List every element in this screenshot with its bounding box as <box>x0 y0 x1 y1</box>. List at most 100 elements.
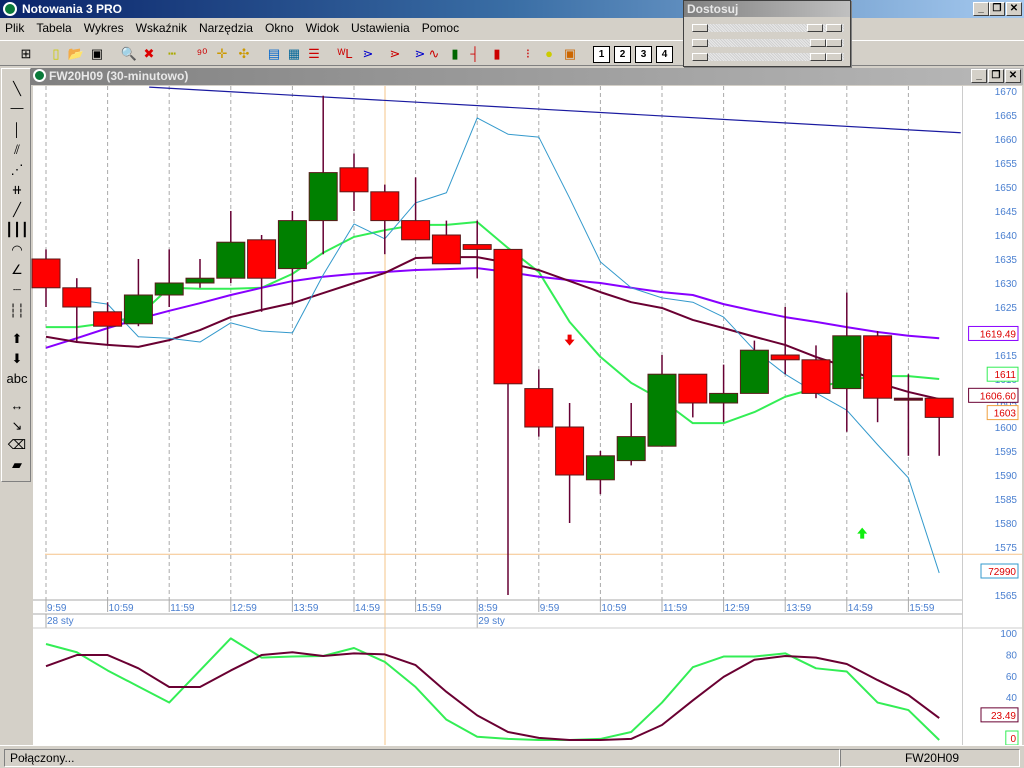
candle <box>93 302 123 346</box>
value-label: 72990 <box>988 567 1016 578</box>
candle-body <box>709 392 739 404</box>
candle <box>832 292 862 432</box>
price-tick-label: 1625 <box>995 303 1018 314</box>
time-label: 12:59 <box>725 603 750 614</box>
candle <box>123 259 153 327</box>
candle-body <box>308 172 338 222</box>
time-label: 12:59 <box>232 603 257 614</box>
time-label: 11:59 <box>170 603 195 614</box>
candle-body <box>462 244 492 250</box>
connection-status: Połączony... <box>4 749 840 767</box>
candle-body <box>739 349 769 394</box>
candle-body <box>247 239 277 279</box>
candle-body <box>893 397 923 401</box>
candle-body <box>863 335 893 399</box>
candle-body <box>555 426 585 476</box>
candle <box>647 355 677 447</box>
time-label: 14:59 <box>848 603 873 614</box>
price-tick-label: 1580 <box>995 519 1018 530</box>
time-label: 10:59 <box>601 603 626 614</box>
date-label: 29 sty <box>478 616 505 627</box>
price-tick-label: 1635 <box>995 255 1018 266</box>
candle <box>924 397 954 456</box>
value-label: 1603 <box>994 409 1017 420</box>
buy-signal-arrow-icon <box>857 527 868 539</box>
price-tick-label: 1665 <box>995 111 1018 122</box>
price-tick-label: 1565 <box>995 591 1018 602</box>
candle-body <box>431 234 461 265</box>
candle-body <box>770 354 800 361</box>
candle-body <box>924 397 954 418</box>
price-tick-label: 1650 <box>995 183 1018 194</box>
time-label: 8:59 <box>478 603 498 614</box>
trend-line <box>149 86 961 134</box>
price-tick-label: 1595 <box>995 447 1018 458</box>
value-label: 0 <box>1010 734 1016 745</box>
price-tick-label: 1615 <box>995 351 1018 362</box>
price-tick-label: 1600 <box>995 423 1018 434</box>
candle-body <box>339 167 369 193</box>
value-label: 1619.49 <box>980 329 1017 340</box>
time-label: 9:59 <box>47 603 67 614</box>
stochastic-tick-label: 40 <box>1006 693 1018 704</box>
candle <box>770 307 800 375</box>
price-tick-label: 1655 <box>995 159 1018 170</box>
candle-body <box>62 287 92 308</box>
candle <box>308 95 338 255</box>
candle <box>893 374 923 456</box>
candle <box>863 331 893 423</box>
candle <box>277 211 307 305</box>
candle-body <box>616 436 646 462</box>
candle <box>585 451 615 495</box>
candle-body <box>216 241 246 279</box>
value-label: 1611 <box>994 370 1016 381</box>
sell-signal-arrow-icon <box>564 334 575 346</box>
stochastic-tick-label: 80 <box>1006 650 1018 661</box>
candle-body <box>370 191 400 222</box>
time-label: 10:59 <box>109 603 134 614</box>
value-label: 23.49 <box>991 711 1016 722</box>
stochastic-tick-label: 60 <box>1006 672 1018 683</box>
time-label: 13:59 <box>293 603 318 614</box>
price-tick-label: 1575 <box>995 543 1018 554</box>
candle-body <box>678 373 708 404</box>
candle-body <box>493 248 523 385</box>
candle-body <box>123 294 153 325</box>
time-label: 9:59 <box>540 603 560 614</box>
time-label: 14:59 <box>355 603 380 614</box>
candle-body <box>801 359 831 394</box>
candle <box>739 340 769 394</box>
time-label: 15:59 <box>417 603 442 614</box>
status-symbol: FW20H09 <box>840 749 1020 767</box>
stochastic-tick-label: 100 <box>1000 629 1017 640</box>
price-tick-label: 1590 <box>995 471 1018 482</box>
candle <box>431 220 461 265</box>
price-chart: 9:59 10:59 11:59 12:59 13:59 14:59 15:59 8:59 9:… <box>31 86 1022 746</box>
price-tick-label: 1630 <box>995 279 1018 290</box>
candle <box>185 259 215 288</box>
stochastic-D-line <box>45 651 940 741</box>
candle <box>216 211 246 283</box>
candle <box>616 403 646 466</box>
time-label: 11:59 <box>663 603 688 614</box>
value-label: 1606.60 <box>980 391 1017 402</box>
time-label: 15:59 <box>909 603 934 614</box>
candle-body <box>524 388 554 428</box>
time-label: 13:59 <box>786 603 811 614</box>
candle-body <box>832 335 862 390</box>
candle <box>62 278 92 343</box>
candle-body <box>93 311 123 327</box>
candle <box>31 249 61 307</box>
candle <box>339 153 369 211</box>
candle <box>555 403 585 523</box>
price-tick-label: 1645 <box>995 207 1018 218</box>
price-tick-label: 1670 <box>995 87 1018 98</box>
candle <box>401 177 431 241</box>
candle <box>524 369 554 437</box>
price-tick-label: 1585 <box>995 495 1018 506</box>
status-bar: Połączony... FW20H09 <box>0 745 1024 768</box>
date-label: 28 sty <box>47 616 74 627</box>
candle-body <box>185 277 215 284</box>
candle <box>678 373 708 418</box>
candle <box>370 184 400 255</box>
